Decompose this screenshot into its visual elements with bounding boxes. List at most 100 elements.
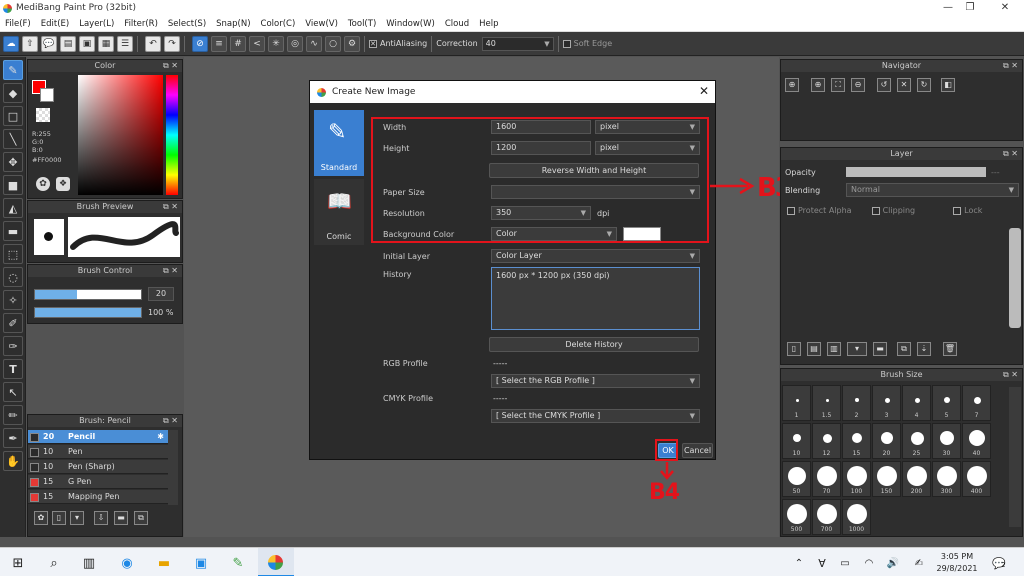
gradient-tool-icon[interactable]: ▬ [3, 221, 23, 241]
curve-snap-icon[interactable]: ∿ [306, 35, 322, 52]
hue-slider[interactable] [166, 75, 178, 195]
settings-icon[interactable]: ⚙ [344, 35, 360, 52]
fit-icon[interactable]: ⛶ [831, 78, 845, 92]
brush-size-option[interactable]: 100 [842, 461, 871, 497]
clipping-checkbox[interactable] [871, 206, 880, 215]
zoom-in-icon[interactable]: ⊕ [811, 78, 825, 92]
brush-size-option[interactable]: 500 [782, 499, 811, 535]
brush-size-option[interactable]: 150 [872, 461, 901, 497]
brush-size-option[interactable]: 1000 [842, 499, 871, 535]
brush-size-option[interactable]: 70 [812, 461, 841, 497]
vanishing-point-icon[interactable]: < [249, 35, 265, 52]
brush-size-slider[interactable] [34, 289, 142, 300]
brush-tool-icon[interactable]: ✎ [3, 60, 23, 80]
tray-app-icon[interactable]: ∀ [813, 554, 831, 572]
soft-edge-checkbox[interactable] [562, 39, 571, 48]
brush-list-item[interactable]: 10 Pen (Sharp) [28, 460, 168, 474]
antialias-checkbox[interactable]: ✕ [369, 39, 377, 48]
layers-icon[interactable]: ▤ [60, 35, 76, 52]
initial-layer-select[interactable]: Color Layer ▼ [491, 249, 700, 263]
pen-menu-icon[interactable]: ✍ [910, 554, 928, 572]
menu-file[interactable]: File(F) [5, 17, 31, 32]
brush-size-option[interactable]: 2 [842, 385, 871, 421]
move-tool-icon[interactable]: ✥ [3, 152, 23, 172]
menu-view[interactable]: View(V) [305, 17, 338, 32]
select-pen-icon[interactable]: ✐ [3, 313, 23, 333]
new-brush-icon[interactable]: ▯ [52, 511, 66, 525]
maximize-button[interactable]: ❐ [955, 1, 985, 15]
rotate-left-icon[interactable]: ↺ [877, 78, 891, 92]
delete-history-button[interactable]: Delete History [489, 337, 699, 352]
color-palette-icon[interactable]: ❖ [56, 177, 70, 191]
brush-size-option[interactable]: 7 [962, 385, 991, 421]
brush-size-option[interactable]: 300 [932, 461, 961, 497]
concentric-snap-icon[interactable]: ◎ [287, 35, 303, 52]
clock-date[interactable]: 29/8/2021 [936, 563, 978, 575]
divide-tool-icon[interactable]: ✏ [3, 405, 23, 425]
cancel-button[interactable]: Cancel [682, 443, 713, 458]
new-layer-1bit-icon[interactable]: ▥ [827, 342, 841, 356]
merge-layer-icon[interactable]: ⇣ [917, 342, 931, 356]
search-icon[interactable]: ⌕ [45, 554, 63, 572]
brush-size-option[interactable]: 50 [782, 461, 811, 497]
panel-close-icon[interactable]: ⧉ ✕ [163, 201, 178, 213]
menu-snap[interactable]: Snap(N) [216, 17, 250, 32]
eraser-tool-icon[interactable]: ◆ [3, 83, 23, 103]
rotate-right-icon[interactable]: ↻ [917, 78, 931, 92]
correction-select[interactable]: 40 ▼ [481, 36, 554, 51]
brush-list-item[interactable]: 20 Pencil ✱ [28, 430, 168, 444]
duplicate-layer-icon[interactable]: ⧉ [897, 342, 911, 356]
zoom-out-icon[interactable]: ⊖ [851, 78, 865, 92]
operation-tool-icon[interactable]: ↖ [3, 382, 23, 402]
menu-filter[interactable]: Filter(R) [124, 17, 158, 32]
brush-size-option[interactable]: 700 [812, 499, 841, 535]
panel-close-icon[interactable]: ⧉ ✕ [163, 415, 178, 427]
eyedropper-tool-icon[interactable]: ✒ [3, 428, 23, 448]
brush-folder-icon[interactable]: ▬ [114, 511, 128, 525]
reset-rotation-icon[interactable]: ✕ [897, 78, 911, 92]
brush-size-option[interactable]: 3 [872, 385, 901, 421]
medibang-taskbar-button[interactable] [258, 548, 294, 576]
brush-copy-icon[interactable]: ⧉ [134, 511, 148, 525]
brush-size-option[interactable]: 200 [902, 461, 931, 497]
task-view-icon[interactable]: ▥ [80, 554, 98, 572]
brush-size-option[interactable]: 30 [932, 423, 961, 459]
comment-icon[interactable]: 💬 [41, 35, 57, 52]
panel-close-icon[interactable]: ⧉ ✕ [163, 60, 178, 72]
file-explorer-icon[interactable]: ▬ [155, 554, 173, 572]
menu-help[interactable]: Help [479, 17, 498, 32]
notification-icon[interactable]: 💬 2 [990, 554, 1008, 572]
cross-snap-icon[interactable]: # [230, 35, 246, 52]
select-eraser-icon[interactable]: ✑ [3, 336, 23, 356]
brush-size-option[interactable]: 40 [962, 423, 991, 459]
new-layer-icon[interactable]: ▯ [787, 342, 801, 356]
brush-size-option[interactable]: 20 [872, 423, 901, 459]
radial-snap-icon[interactable]: ✳ [268, 35, 284, 52]
new-layer-8bit-icon[interactable]: ▤ [807, 342, 821, 356]
no-snap-icon[interactable]: ⊘ [192, 35, 208, 52]
grid-icon[interactable]: ▦ [98, 35, 114, 52]
blending-select[interactable]: Normal ▼ [846, 183, 1019, 197]
delete-layer-icon[interactable]: 🗑 [943, 342, 957, 356]
menu-select[interactable]: Select(S) [168, 17, 206, 32]
brush-size-option[interactable]: 1 [782, 385, 811, 421]
brush-size-option[interactable]: 12 [812, 423, 841, 459]
secondary-color-swatch[interactable] [40, 88, 54, 102]
select-tool-icon[interactable]: ⬚ [3, 244, 23, 264]
rgb-profile-select[interactable]: [ Select the RGB Profile ] ▼ [491, 374, 700, 388]
layer-opacity-slider[interactable] [846, 167, 986, 177]
circle-snap-icon[interactable]: ○ [325, 35, 341, 52]
zoom-in-icon[interactable]: ⊕ [785, 78, 799, 92]
list-icon[interactable]: ☰ [117, 35, 133, 52]
brush-size-option[interactable]: 15 [842, 423, 871, 459]
fill-rect-tool-icon[interactable]: ■ [3, 175, 23, 195]
add-brush-icon[interactable]: ✿ [34, 511, 48, 525]
brush-size-option[interactable]: 1.5 [812, 385, 841, 421]
brush-opacity-slider[interactable] [34, 307, 142, 318]
layer-menu-icon[interactable]: ▾ [847, 342, 867, 356]
volume-icon[interactable]: 🔊 [884, 554, 902, 572]
close-button[interactable]: ✕ [990, 1, 1020, 15]
menu-cloud[interactable]: Cloud [445, 17, 469, 32]
undo-icon[interactable]: ↶ [145, 35, 161, 52]
brush-list-scrollbar[interactable] [168, 430, 178, 505]
